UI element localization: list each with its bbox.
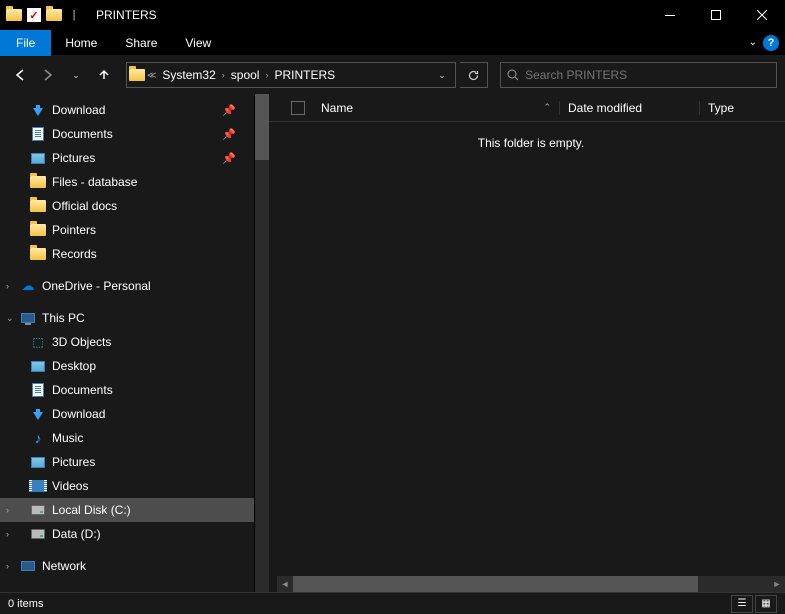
chevron-right-icon[interactable]: › [220,70,227,80]
tree-documents[interactable]: Documents📌 [0,122,254,146]
cube-icon: ⬚ [30,334,46,350]
item-count: 0 items [8,598,43,610]
window-title: PRINTERS [96,8,157,22]
tree-local-disk-c[interactable]: ›Local Disk (C:) [0,498,254,522]
status-bar: 0 items ☰ ▦ [0,592,785,614]
tree-pointers[interactable]: Pointers [0,218,254,242]
navigation-tree[interactable]: Download📌 Documents📌 Pictures📌 Files - d… [0,94,255,592]
address-bar[interactable]: ≪ System32 › spool › PRINTERS ⌄ [126,62,456,88]
pictures-icon [30,150,46,166]
chevron-right-icon[interactable]: › [6,529,9,539]
folder-icon [30,198,46,214]
tree-3d-objects[interactable]: ⬚3D Objects [0,330,254,354]
folder-icon [30,246,46,262]
cloud-icon: ☁ [20,278,36,294]
search-box[interactable] [500,62,777,88]
chevron-right-icon[interactable]: › [6,561,9,571]
chevron-right-icon[interactable]: › [6,281,9,291]
search-input[interactable] [525,68,770,82]
up-button[interactable] [92,63,116,87]
document-icon [30,126,46,142]
pin-icon: 📌 [222,104,236,117]
column-headers: Name⌃ Date modified Type [269,94,785,122]
app-folder-icon [6,7,22,23]
ribbon: File Home Share View ⌄ ? [0,30,785,56]
tree-network[interactable]: ›Network [0,554,254,578]
music-icon: ♪ [30,430,46,446]
drive-icon [30,502,46,518]
tree-videos[interactable]: Videos [0,474,254,498]
qat-separator: | [66,7,82,23]
tree-download[interactable]: Download📌 [0,98,254,122]
tree-this-pc[interactable]: ⌄This PC [0,306,254,330]
pin-icon: 📌 [222,128,236,141]
navbar: ⌄ ≪ System32 › spool › PRINTERS ⌄ [0,56,785,94]
qat-check-icon[interactable] [26,7,42,23]
help-icon[interactable]: ? [763,35,779,51]
qat-folder-icon[interactable] [46,7,62,23]
maximize-button[interactable] [693,0,739,30]
tab-share[interactable]: Share [111,30,171,56]
chevron-right-icon[interactable]: ≪ [145,70,158,81]
tree-pictures[interactable]: Pictures📌 [0,146,254,170]
back-button[interactable] [8,63,32,87]
chevron-right-icon[interactable]: › [6,505,9,515]
file-tab[interactable]: File [0,30,51,56]
sort-arrow-icon: ⌃ [543,102,551,113]
recent-button[interactable]: ⌄ [64,63,88,87]
address-folder-icon [129,67,145,83]
pictures-icon [30,454,46,470]
tree-records[interactable]: Records [0,242,254,266]
ribbon-expand-icon[interactable]: ⌄ [749,37,757,48]
scrollbar-thumb[interactable] [293,576,698,592]
search-icon [507,69,519,82]
scroll-right-icon[interactable]: ► [769,576,785,592]
network-icon [20,558,36,574]
tab-view[interactable]: View [171,30,225,56]
crumb-system32[interactable]: System32 [158,63,219,87]
address-dropdown-icon[interactable]: ⌄ [431,70,453,81]
close-button[interactable] [739,0,785,30]
empty-folder-message: This folder is empty. [255,122,785,150]
download-icon [30,102,46,118]
tree-desktop[interactable]: Desktop [0,354,254,378]
tab-home[interactable]: Home [51,30,111,56]
folder-icon [30,174,46,190]
chevron-down-icon[interactable]: ⌄ [6,313,14,324]
forward-button[interactable] [36,63,60,87]
column-type[interactable]: Type [699,101,785,115]
download-icon [30,406,46,422]
desktop-icon [30,358,46,374]
column-date-modified[interactable]: Date modified [559,101,699,115]
tree-data-d[interactable]: ›Data (D:) [0,522,254,546]
thumbnails-view-button[interactable]: ▦ [755,595,777,613]
scrollbar-thumb[interactable] [255,94,269,160]
vertical-scrollbar[interactable] [255,94,269,592]
crumb-spool[interactable]: spool [227,63,264,87]
scroll-left-icon[interactable]: ◄ [277,576,293,592]
details-view-button[interactable]: ☰ [731,595,753,613]
tree-music[interactable]: ♪Music [0,426,254,450]
chevron-right-icon[interactable]: › [263,70,270,80]
tree-documents-pc[interactable]: Documents [0,378,254,402]
tree-pictures-pc[interactable]: Pictures [0,450,254,474]
folder-icon [30,222,46,238]
tree-files-database[interactable]: Files - database [0,170,254,194]
content-pane: Name⌃ Date modified Type This folder is … [255,94,785,592]
tree-download-pc[interactable]: Download [0,402,254,426]
video-icon [30,478,46,494]
select-all-checkbox[interactable] [291,101,305,115]
crumb-printers[interactable]: PRINTERS [270,63,339,87]
titlebar: | PRINTERS [0,0,785,30]
drive-icon [30,526,46,542]
horizontal-scrollbar[interactable]: ◄ ► [277,576,785,592]
pc-icon [20,310,36,326]
refresh-button[interactable] [460,62,488,88]
document-icon [30,382,46,398]
minimize-button[interactable] [647,0,693,30]
tree-official-docs[interactable]: Official docs [0,194,254,218]
pin-icon: 📌 [222,152,236,165]
column-name[interactable]: Name⌃ [313,101,559,115]
tree-onedrive[interactable]: ›☁OneDrive - Personal [0,274,254,298]
